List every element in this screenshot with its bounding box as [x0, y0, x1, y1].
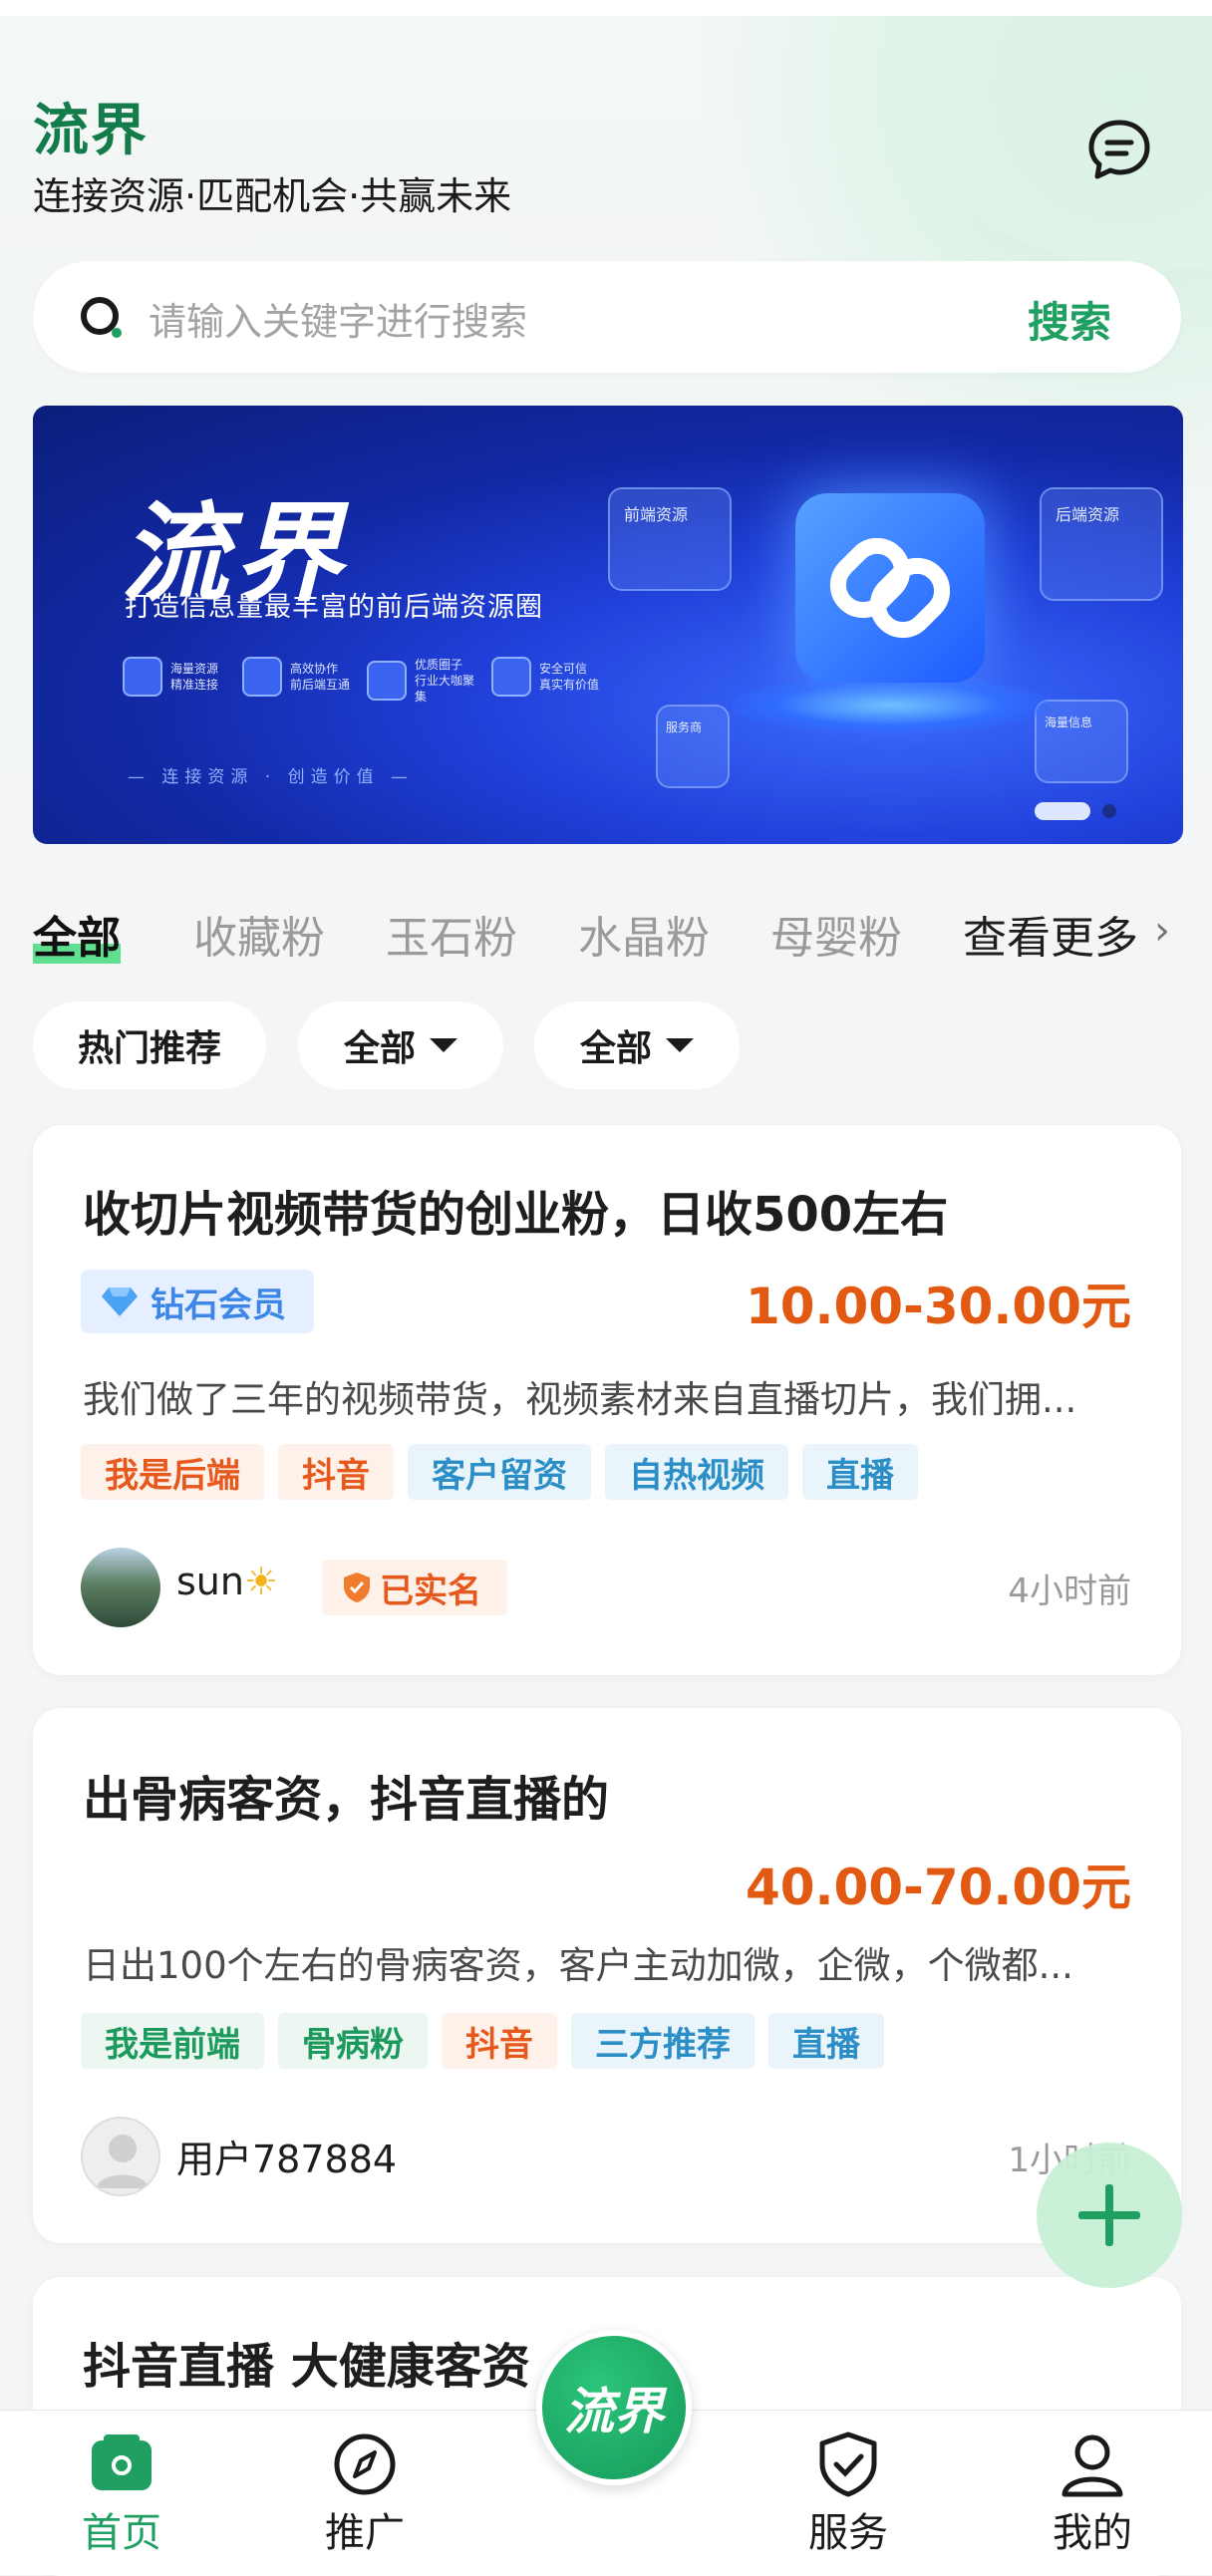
message-icon[interactable]	[1086, 118, 1152, 183]
listing-card[interactable]: 出骨病客资，抖音直播的 40.00-70.00元 日出100个左右的骨病客资，客…	[33, 1708, 1181, 2243]
post-time: 4小时前	[1008, 1572, 1131, 1611]
search-button[interactable]: 搜索	[1028, 289, 1111, 350]
user-name: 用户787884	[176, 2138, 398, 2181]
member-badge: 钻石会员	[81, 1270, 314, 1333]
listing-price: 10.00-30.00元	[745, 1278, 1131, 1335]
home-icon	[92, 2434, 152, 2490]
tab-mine[interactable]: 我的	[1013, 2411, 1172, 2575]
banner-platform	[731, 675, 1050, 734]
listing-price: 40.00-70.00元	[745, 1859, 1131, 1916]
app-brand: 流界	[33, 99, 149, 163]
listing-title: 收切片视频带货的创业粉，日收500左右	[83, 1187, 949, 1243]
filter-hot[interactable]: 热门推荐	[33, 1002, 266, 1089]
status-bar	[0, 0, 1212, 16]
shield-icon	[491, 657, 531, 697]
tab-promote[interactable]: 推广	[285, 2411, 445, 2575]
tag[interactable]: 抖音	[442, 2013, 557, 2069]
tag[interactable]: 我是后端	[81, 1444, 264, 1500]
banner-panel-service: 服务商	[656, 705, 730, 788]
listing-title: 抖音直播 大健康客资	[83, 2339, 530, 2395]
tag[interactable]: 三方推荐	[571, 2013, 755, 2069]
chain-link-icon	[795, 493, 985, 683]
listing-card[interactable]: 收切片视频带货的创业粉，日收500左右 钻石会员 10.00-30.00元 我们…	[33, 1125, 1181, 1675]
tag[interactable]: 直播	[768, 2013, 884, 2069]
app-slogan: 连接资源·匹配机会·共赢未来	[33, 174, 512, 218]
verified-shield-icon	[344, 1573, 370, 1602]
banner-feature: 高效协作 前后端互通	[242, 657, 354, 697]
layers-icon	[123, 657, 162, 697]
listing-tags: 我是前端 骨病粉 抖音 三方推荐 直播	[81, 2013, 884, 2069]
category-tabs: 全部 收藏粉 玉石粉 水晶粉 母婴粉 查看更多 ›	[0, 902, 1212, 964]
listing-desc: 我们做了三年的视频带货，视频素材来自直播切片，我们拥...	[83, 1378, 1077, 1421]
tag[interactable]: 我是前端	[81, 2013, 264, 2069]
banner-panel-back: 后端资源	[1040, 487, 1163, 601]
promo-banner[interactable]: 流界 打造信息量最丰富的前后端资源圈 海量资源 精准连接 高效协作 前后端互通 优质…	[33, 406, 1183, 844]
category-tab[interactable]: 水晶粉	[578, 902, 710, 966]
banner-panel-data: 海量信息	[1035, 700, 1128, 783]
search-bar[interactable]: 请输入关键字进行搜索 搜索	[33, 261, 1181, 373]
category-tab[interactable]: 母婴粉	[770, 902, 902, 966]
search-input[interactable]: 请输入关键字进行搜索	[149, 291, 527, 346]
tag[interactable]: 自热视频	[605, 1444, 788, 1500]
tab-home[interactable]: 首页	[42, 2411, 201, 2575]
compass-icon	[367, 661, 407, 701]
banner-subtitle: 打造信息量最丰富的前后端资源圈	[125, 592, 543, 623]
shield-check-icon	[819, 2432, 877, 2497]
carousel-indicator-active[interactable]	[1035, 802, 1090, 820]
tag[interactable]: 直播	[802, 1444, 918, 1500]
banner-tagline: — 连接资源 · 创造价值 —	[128, 767, 415, 787]
category-tab[interactable]: 收藏粉	[193, 902, 325, 966]
tab-service[interactable]: 服务	[768, 2411, 928, 2575]
tag[interactable]: 抖音	[278, 1444, 394, 1500]
caret-down-icon	[666, 1038, 694, 1052]
center-action-button[interactable]: 流界	[536, 2330, 692, 2485]
user-placeholder-icon	[97, 2135, 149, 2188]
link-icon	[242, 657, 282, 697]
listing-title: 出骨病客资，抖音直播的	[83, 1772, 610, 1828]
user-name: sun☀	[176, 1560, 279, 1603]
avatar[interactable]	[81, 1548, 160, 1627]
verified-badge: 已实名	[322, 1560, 507, 1615]
tag[interactable]: 客户留资	[408, 1444, 591, 1500]
add-button[interactable]	[1037, 2143, 1182, 2288]
category-more[interactable]: 查看更多	[963, 902, 1138, 966]
caret-down-icon	[430, 1038, 457, 1052]
compass-icon	[334, 2433, 396, 2495]
filter-dropdown-2[interactable]: 全部	[534, 1002, 740, 1089]
tag[interactable]: 骨病粉	[278, 2013, 428, 2069]
banner-panel-front: 前端资源	[608, 487, 732, 591]
avatar[interactable]	[81, 2117, 160, 2196]
carousel-indicator[interactable]	[1102, 804, 1116, 818]
user-icon	[1061, 2434, 1123, 2497]
listing-desc: 日出100个左右的骨病客资，客户主动加微，企微，个微都...	[83, 1944, 1073, 1987]
filter-dropdown-1[interactable]: 全部	[298, 1002, 503, 1089]
search-icon	[81, 297, 122, 338]
chevron-right-icon[interactable]: ›	[1154, 908, 1170, 954]
banner-feature: 优质圈子 行业大咖聚集	[367, 657, 478, 705]
category-tab[interactable]: 玉石粉	[386, 902, 517, 966]
banner-feature: 海量资源 精准连接	[123, 657, 234, 697]
listing-tags: 我是后端 抖音 客户留资 自热视频 直播	[81, 1444, 918, 1500]
diamond-icon	[102, 1288, 138, 1316]
banner-feature: 安全可信 真实有价值	[491, 657, 603, 697]
sun-icon: ☀	[243, 1560, 279, 1603]
category-tab-all[interactable]: 全部	[33, 902, 121, 966]
